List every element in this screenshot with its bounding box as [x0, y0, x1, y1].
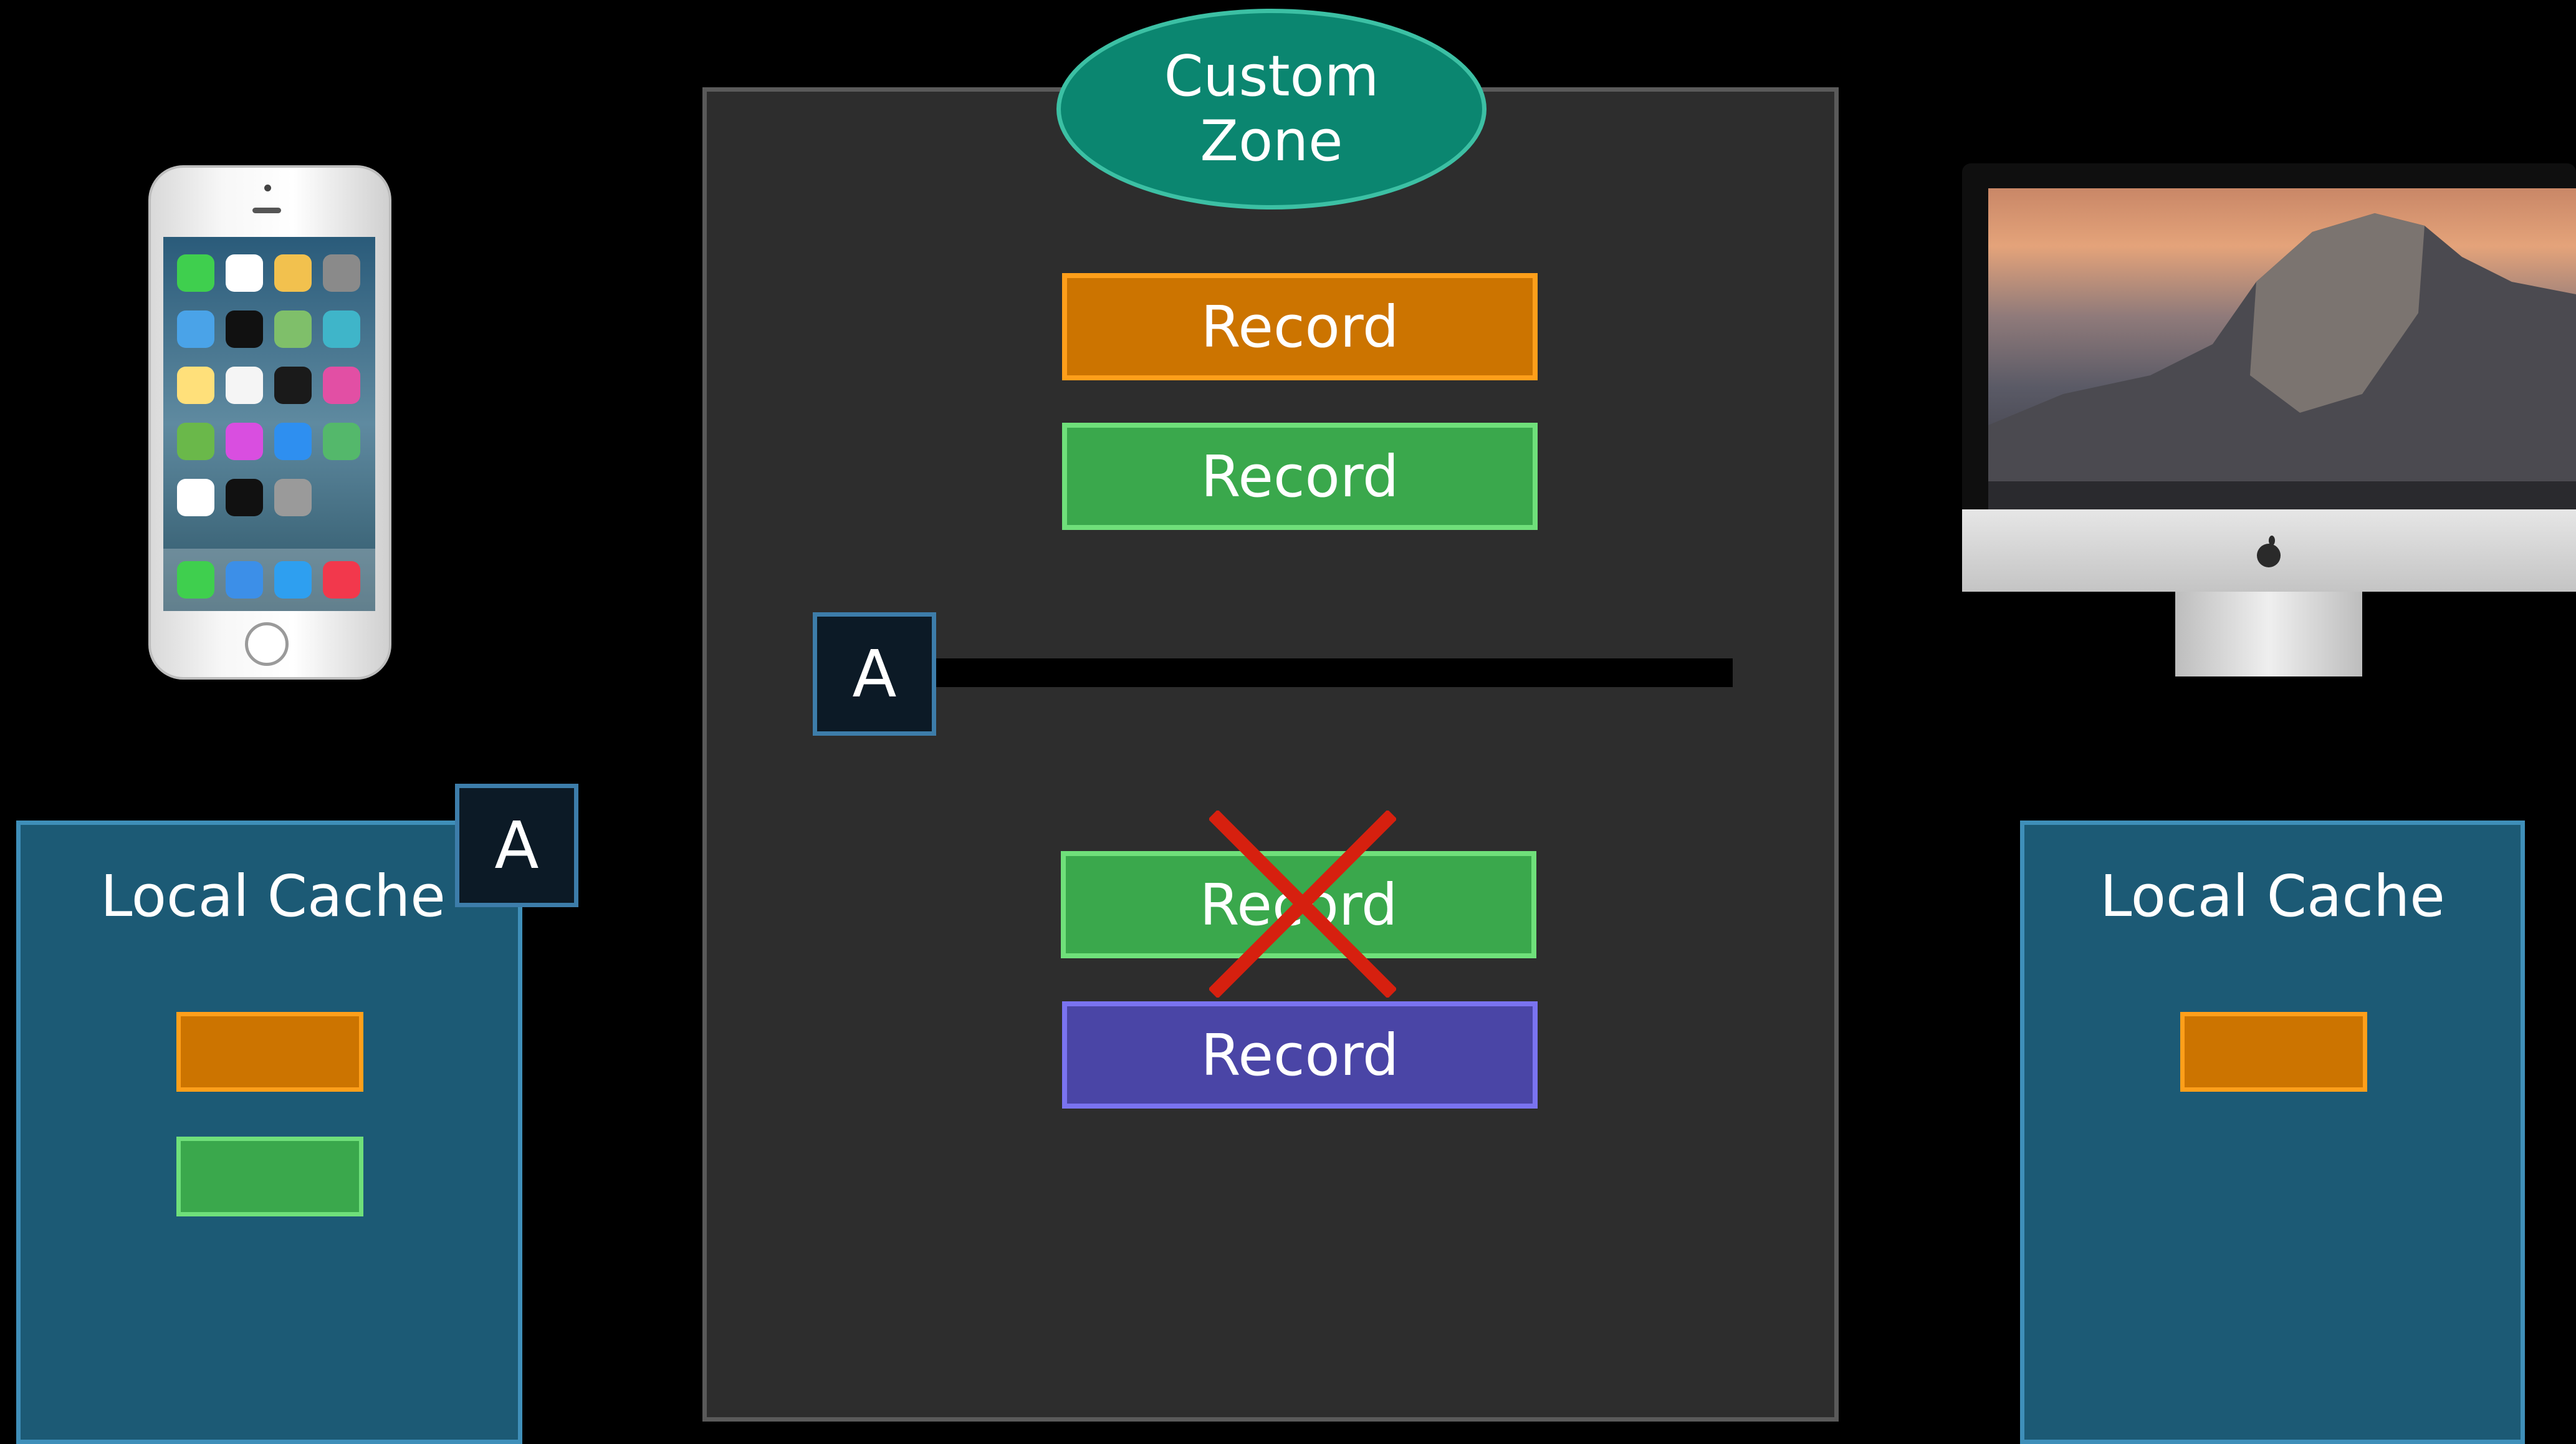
- iphone-home-button: [245, 622, 289, 666]
- iphone-dock: [163, 549, 375, 611]
- change-token-a: A: [813, 612, 936, 736]
- left-cache-token-a: A: [455, 784, 578, 907]
- imac-stand: [2175, 592, 2362, 676]
- custom-zone-title-line2: Zone: [1200, 108, 1343, 174]
- record-green: Record: [1062, 423, 1538, 530]
- apple-logo-icon: [2257, 536, 2281, 567]
- left-cache-record-orange: [176, 1012, 363, 1092]
- custom-zone-title: Custom Zone: [1056, 9, 1487, 209]
- iphone-speaker: [252, 208, 281, 213]
- right-local-cache-title: Local Cache: [2100, 862, 2445, 930]
- record-orange: Record: [1062, 273, 1538, 380]
- custom-zone-title-line1: Custom: [1164, 44, 1379, 109]
- left-local-cache: Local Cache: [16, 821, 522, 1444]
- iphone-camera: [264, 185, 271, 191]
- change-timeline-bar: [935, 658, 1733, 687]
- right-cache-record-orange: [2180, 1012, 2367, 1092]
- right-local-cache: Local Cache: [2020, 821, 2525, 1444]
- x-mark-icon: [1209, 811, 1396, 998]
- left-cache-record-green: [176, 1137, 363, 1216]
- imac-chin: [1962, 509, 2576, 592]
- imac-screen: [1988, 188, 2576, 510]
- record-purple: Record: [1062, 1001, 1538, 1109]
- left-local-cache-title: Local Cache: [100, 862, 446, 930]
